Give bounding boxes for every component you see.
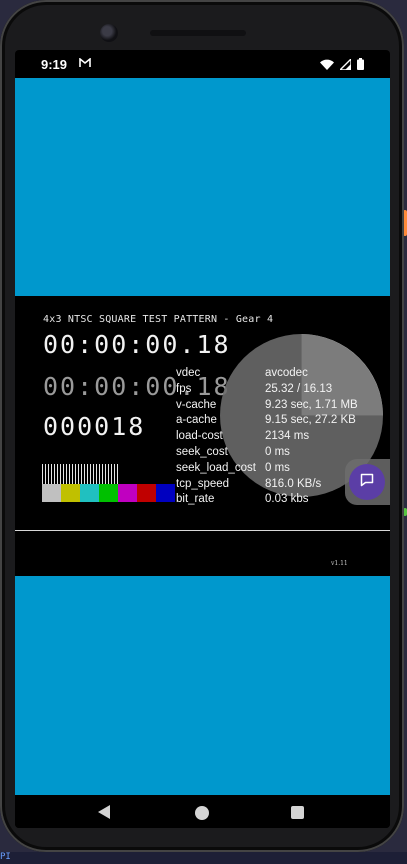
cell-signal-icon xyxy=(338,57,352,73)
debug-stats-overlay: vdec avcodec fps 25.32 / 16.13 v-cache 9.23… xyxy=(176,366,358,508)
stats-key: seek_cost xyxy=(176,445,228,458)
gmail-icon xyxy=(79,57,91,71)
stats-value: 816.0 KB/s xyxy=(265,477,322,490)
stats-value: 2134 ms xyxy=(265,430,310,443)
battery-icon xyxy=(357,58,364,73)
chat-bubble-button[interactable] xyxy=(349,464,385,500)
stats-value: 0 ms xyxy=(265,461,290,474)
stats-row: seek_load_cost 0 ms xyxy=(176,461,358,477)
stats-value: 0 ms xyxy=(265,445,290,458)
video-divider xyxy=(15,530,390,531)
stats-value: 25.32 / 16.13 xyxy=(265,382,333,395)
stats-row: fps 25.32 / 16.13 xyxy=(176,382,358,398)
app-background-top xyxy=(15,78,390,296)
timecode-primary: 00:00:00.18 xyxy=(43,330,231,359)
stats-key: load-cost xyxy=(176,430,223,443)
desktop-strip xyxy=(0,852,407,864)
version-label: v1.11 xyxy=(331,560,348,567)
status-icons xyxy=(320,57,364,73)
color-swatch xyxy=(118,484,137,502)
stats-row: bit_rate 0.03 kbs xyxy=(176,492,358,508)
stats-key: fps xyxy=(176,382,192,395)
navigation-bar xyxy=(15,795,390,828)
stats-row: load-cost 2134 ms xyxy=(176,429,358,445)
color-swatches xyxy=(42,484,175,502)
stats-key: tcp_speed xyxy=(176,477,230,490)
color-swatch xyxy=(61,484,80,502)
recents-icon[interactable] xyxy=(291,806,304,819)
phone-frame: 9:19 4x3 NTSC SQUARE TEST PATTERN - Gear… xyxy=(0,0,404,852)
phone-screen: 9:19 4x3 NTSC SQUARE TEST PATTERN - Gear… xyxy=(15,50,390,828)
wifi-icon xyxy=(320,58,334,73)
earpiece xyxy=(150,30,246,36)
back-icon[interactable] xyxy=(98,805,110,819)
front-camera xyxy=(100,24,118,42)
resolution-bars xyxy=(42,464,118,484)
stats-key: vdec xyxy=(176,367,201,379)
home-icon[interactable] xyxy=(195,806,209,820)
color-swatch xyxy=(42,484,61,502)
color-swatch xyxy=(137,484,156,502)
stats-row: a-cache 9.15 sec, 27.2 KB xyxy=(176,413,358,429)
chat-bubble-icon xyxy=(360,473,374,492)
app-background-bottom xyxy=(15,576,390,795)
stats-row: seek_cost 0 ms xyxy=(176,445,358,461)
stats-value: 0.03 kbs xyxy=(265,493,309,506)
stats-value: avcodec xyxy=(265,367,308,379)
color-swatch xyxy=(99,484,118,502)
status-time: 9:19 xyxy=(41,57,68,72)
stats-value: 9.23 sec, 1.71 MB xyxy=(265,398,358,411)
stats-value: 9.15 sec, 27.2 KB xyxy=(265,414,356,427)
video-player[interactable]: 4x3 NTSC SQUARE TEST PATTERN - Gear 4 00… xyxy=(15,296,390,576)
stats-key: bit_rate xyxy=(176,493,215,506)
stats-row: vdec avcodec xyxy=(176,366,358,382)
status-bar: 9:19 xyxy=(15,50,390,78)
stats-row: v-cache 9.23 sec, 1.71 MB xyxy=(176,398,358,414)
stats-key: a-cache xyxy=(176,414,217,427)
test-pattern-title: 4x3 NTSC SQUARE TEST PATTERN - Gear 4 xyxy=(43,314,274,325)
stats-row: tcp_speed 816.0 KB/s xyxy=(176,477,358,493)
frame-counter: 000018 xyxy=(43,412,146,441)
stats-key: v-cache xyxy=(176,398,217,411)
stats-key: seek_load_cost xyxy=(176,461,256,474)
color-swatch xyxy=(80,484,99,502)
desktop-text: PI xyxy=(0,852,11,862)
color-swatch xyxy=(156,484,175,502)
